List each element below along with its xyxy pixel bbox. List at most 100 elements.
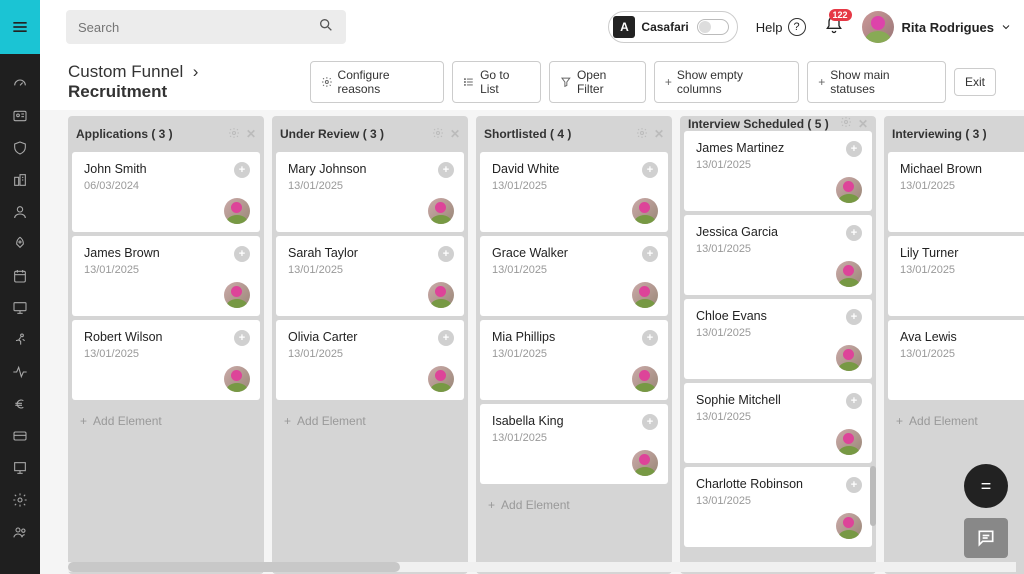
kanban-card[interactable]: David White13/01/2025+: [480, 152, 668, 232]
fab-equals-button[interactable]: =: [964, 464, 1008, 508]
card-add-icon[interactable]: +: [846, 309, 862, 325]
card-date: 13/01/2025: [696, 411, 860, 423]
exit-button[interactable]: Exit: [954, 68, 996, 96]
card-add-icon[interactable]: +: [846, 141, 862, 157]
plus-icon: +: [488, 498, 495, 512]
column: Shortlisted ( 4 )✕David White13/01/2025+…: [476, 116, 672, 574]
sidebar-dashboard-icon[interactable]: [0, 68, 40, 100]
kanban-card[interactable]: Sarah Taylor13/01/2025+: [276, 236, 464, 316]
column-header: Interview Scheduled ( 5 )✕: [680, 116, 876, 131]
kanban-card[interactable]: Jessica Garcia13/01/2025+: [684, 215, 872, 295]
vertical-scrollbar[interactable]: [870, 116, 876, 574]
column-close-icon[interactable]: ✕: [450, 127, 460, 141]
add-element-button[interactable]: +Add Element: [884, 404, 1024, 438]
card-add-icon[interactable]: +: [642, 162, 658, 178]
sidebar-euro-icon[interactable]: [0, 388, 40, 420]
fab-chat-button[interactable]: [964, 518, 1008, 558]
column-header: Interviewing ( 3 )✕: [884, 116, 1024, 152]
card-name: Lily Turner: [900, 246, 1024, 260]
configure-reasons-button[interactable]: Configure reasons: [310, 61, 445, 103]
sidebar-user-icon[interactable]: [0, 196, 40, 228]
sidebar-desktop-icon[interactable]: [0, 292, 40, 324]
kanban-card[interactable]: John Smith06/03/2024+: [72, 152, 260, 232]
search-input[interactable]: [78, 20, 318, 35]
brand-toggle[interactable]: [697, 19, 729, 35]
sidebar-running-icon[interactable]: [0, 324, 40, 356]
card-add-icon[interactable]: +: [642, 246, 658, 262]
sidebar-shield-icon[interactable]: [0, 132, 40, 164]
sidebar-calendar-icon[interactable]: [0, 260, 40, 292]
kanban-card[interactable]: Michael Brown13/01/2025+: [888, 152, 1024, 232]
sidebar-buildings-icon[interactable]: [0, 164, 40, 196]
card-avatar: [632, 450, 658, 476]
kanban-card[interactable]: James Martinez13/01/2025+: [684, 131, 872, 211]
kanban-card[interactable]: Charlotte Robinson13/01/2025+: [684, 467, 872, 547]
add-element-button[interactable]: +Add Element: [476, 488, 672, 522]
column-close-icon[interactable]: ✕: [654, 127, 664, 141]
card-add-icon[interactable]: +: [846, 477, 862, 493]
card-date: 13/01/2025: [288, 348, 452, 360]
search-input-wrap[interactable]: [66, 10, 346, 44]
kanban-card[interactable]: Isabella King13/01/2025+: [480, 404, 668, 484]
plus-icon: +: [80, 414, 87, 428]
kanban-card[interactable]: Lily Turner13/01/2025+: [888, 236, 1024, 316]
kanban-card[interactable]: Olivia Carter 13/01/2025 +: [276, 320, 464, 400]
help-link[interactable]: Help ?: [756, 18, 806, 36]
card-name: Olivia Carter: [288, 330, 452, 344]
card-date: 13/01/2025: [492, 180, 656, 192]
card-add-icon[interactable]: +: [438, 330, 454, 346]
sidebar-id-card-icon[interactable]: [0, 100, 40, 132]
card-add-icon[interactable]: +: [438, 162, 454, 178]
calendar-icon: [12, 268, 28, 284]
filter-icon: [560, 76, 572, 88]
card-add-icon[interactable]: +: [642, 414, 658, 430]
user-menu[interactable]: Rita Rodrigues: [862, 11, 1012, 43]
horizontal-scrollbar[interactable]: [68, 562, 1016, 572]
card-add-icon[interactable]: +: [642, 330, 658, 346]
gear-icon: [12, 492, 28, 508]
kanban-card[interactable]: Chloe Evans13/01/2025+: [684, 299, 872, 379]
card-add-icon[interactable]: +: [846, 225, 862, 241]
sidebar-credit-card-icon[interactable]: [0, 420, 40, 452]
add-element-button[interactable]: +Add Element: [68, 404, 264, 438]
column: Interview Scheduled ( 5 )✕James Martinez…: [680, 116, 876, 574]
column-gear-icon[interactable]: [840, 116, 852, 131]
show-main-statuses-button[interactable]: + Show main statuses: [807, 61, 946, 103]
column-close-icon[interactable]: ✕: [246, 127, 256, 141]
kanban-card[interactable]: James Brown13/01/2025+: [72, 236, 260, 316]
kanban-card[interactable]: Robert Wilson13/01/2025+: [72, 320, 260, 400]
go-to-list-button[interactable]: Go to List: [452, 61, 541, 103]
hamburger-menu[interactable]: [0, 0, 40, 54]
column-close-icon[interactable]: ✕: [858, 117, 868, 131]
card-add-icon[interactable]: +: [438, 246, 454, 262]
kanban-card[interactable]: Grace Walker13/01/2025+: [480, 236, 668, 316]
rocket-icon: [12, 236, 28, 252]
card-add-icon[interactable]: +: [846, 393, 862, 409]
sidebar-rocket-icon[interactable]: [0, 228, 40, 260]
notifications-button[interactable]: 122: [824, 15, 844, 40]
card-date: 13/01/2025: [84, 348, 248, 360]
breadcrumb-parent[interactable]: Custom Funnel: [68, 62, 183, 81]
open-filter-button[interactable]: Open Filter: [549, 61, 646, 103]
column-gear-icon[interactable]: [636, 127, 648, 142]
card-name: James Brown: [84, 246, 248, 260]
kanban-card[interactable]: Ava Lewis13/01/2025+: [888, 320, 1024, 400]
sidebar-presentation-icon[interactable]: [0, 452, 40, 484]
sidebar-gear-icon[interactable]: [0, 484, 40, 516]
add-element-button[interactable]: +Add Element: [272, 404, 468, 438]
card-date: 13/01/2025: [696, 159, 860, 171]
card-add-icon[interactable]: +: [234, 246, 250, 262]
sidebar-users-icon[interactable]: [0, 516, 40, 548]
column-gear-icon[interactable]: [228, 127, 240, 142]
card-add-icon[interactable]: +: [234, 162, 250, 178]
brand-switcher[interactable]: A Casafari: [608, 11, 737, 43]
column-gear-icon[interactable]: [432, 127, 444, 142]
show-empty-columns-button[interactable]: + Show empty columns: [654, 61, 799, 103]
list-icon: [463, 76, 475, 88]
card-date: 13/01/2025: [288, 264, 452, 276]
kanban-card[interactable]: Mia Phillips13/01/2025+: [480, 320, 668, 400]
card-add-icon[interactable]: +: [234, 330, 250, 346]
sidebar-activity-icon[interactable]: [0, 356, 40, 388]
kanban-card[interactable]: Mary Johnson13/01/2025+: [276, 152, 464, 232]
kanban-card[interactable]: Sophie Mitchell13/01/2025+: [684, 383, 872, 463]
